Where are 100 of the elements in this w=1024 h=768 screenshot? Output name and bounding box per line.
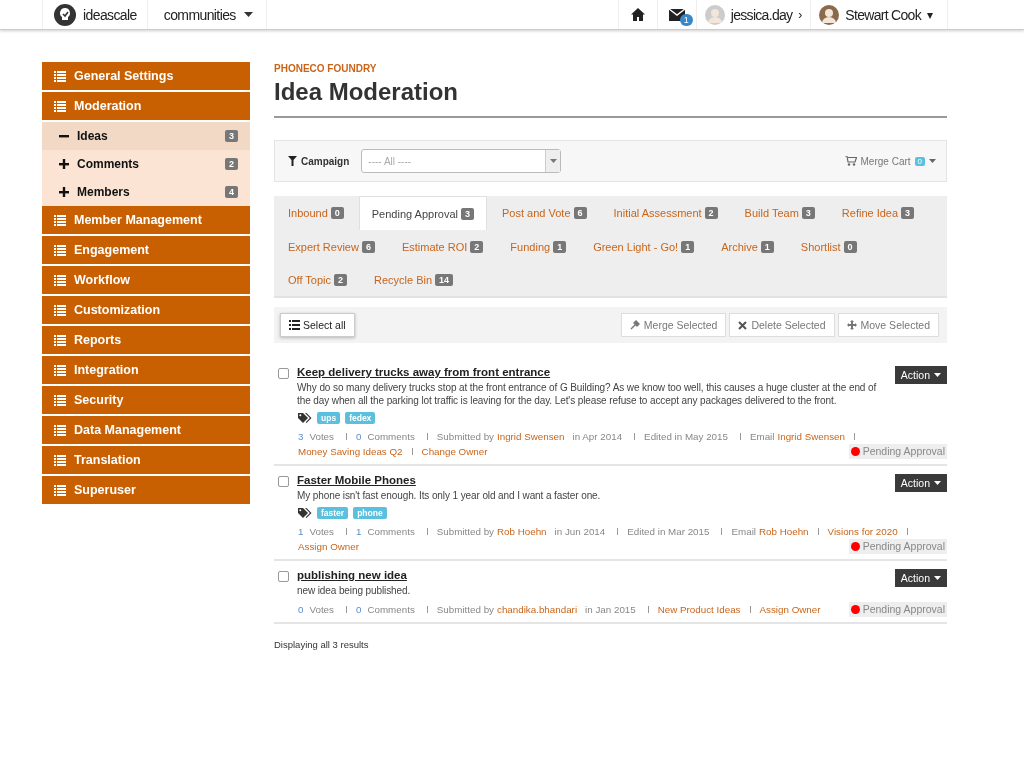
sidebar-item[interactable]: Security [42, 386, 250, 416]
meta-link[interactable]: New Product Ideas [657, 604, 741, 615]
count-value: 1 [298, 526, 304, 537]
user-link[interactable]: Ingrid Swensen [777, 431, 845, 442]
mail-button[interactable]: 1 [656, 0, 696, 29]
stage-tab[interactable]: Refine Idea 3 [829, 196, 927, 229]
sidebar-item[interactable]: Workflow [42, 266, 250, 296]
count-badge: 2 [225, 158, 238, 170]
results-count: Displaying all 3 results [274, 639, 370, 650]
stage-tab[interactable]: Post and Vote 6 [490, 196, 599, 229]
select-checkbox[interactable] [278, 571, 289, 582]
date-text: in Jun 2014 [554, 526, 606, 537]
stage-tab[interactable]: Pending Approval 3 [358, 196, 488, 230]
stage-tab[interactable]: Off Topic 2 [276, 263, 360, 296]
status-label: Pending Approval [848, 539, 947, 554]
list-icon [54, 244, 66, 256]
stage-tab[interactable]: Recycle Bin 14 [362, 263, 466, 296]
sidebar-subitem[interactable]: Ideas 3 [42, 122, 250, 150]
action-menu-button[interactable]: Action [894, 569, 947, 587]
idea-description: new idea being published. [297, 584, 412, 597]
sidebar-item[interactable]: Customization [42, 296, 250, 326]
stage-tab[interactable]: Expert Review 6 [276, 230, 387, 263]
date-text: in Jan 2015 [585, 604, 636, 615]
count-value: 0 [298, 604, 304, 615]
idea-title-link[interactable]: Faster Mobile Phones [297, 474, 416, 486]
delete-selected-button[interactable]: Delete Selected [729, 313, 835, 337]
meta-link[interactable]: Visions for 2020 [827, 526, 898, 537]
user-name: jessica.day [730, 6, 793, 23]
campaign-select[interactable]: ---- All ---- [361, 149, 562, 173]
list-icon [54, 274, 66, 286]
idea-description: Why do so many delivery trucks stop at the front entrance of G Building? As we know too well, this causes a huge cluster at the end of the day when all the parking lot traffic is leaving for the day. Let's please refuse to accept any packages delivered to the front. [297, 381, 878, 407]
count-value: 1 [355, 526, 362, 537]
user-link[interactable]: Ingrid Swensen [497, 431, 565, 442]
meta-link[interactable]: Money Saving Ideas Q2 [298, 446, 403, 457]
merge-cart-menu[interactable]: Merge Cart 0 [844, 155, 936, 167]
sidebar-item[interactable]: Translation [42, 446, 250, 476]
meta-label: Email [749, 431, 775, 442]
list-icon [54, 100, 66, 112]
stage-tab[interactable]: Shortlist 0 [788, 230, 869, 263]
sidebar-item[interactable]: General Settings [42, 62, 250, 92]
action-menu-button[interactable]: Action [894, 366, 947, 384]
meta-label: Comments [367, 604, 415, 615]
merge-selected-button[interactable]: Merge Selected [620, 313, 727, 337]
sidebar-item[interactable]: Moderation [42, 92, 250, 122]
move-selected-button[interactable]: Move Selected [837, 313, 939, 337]
page-title: Idea Moderation [274, 78, 947, 118]
stage-tab[interactable]: Funding 1 [498, 230, 579, 263]
idea-title-link[interactable]: publishing new idea [297, 569, 407, 581]
user-link[interactable]: chandika.bhandari [497, 604, 578, 615]
sidebar-subitem[interactable]: Members 4 [42, 178, 250, 206]
stage-tab[interactable]: Green Light - Go! 1 [581, 230, 707, 263]
meta-label: Email [731, 526, 756, 537]
meta-link[interactable]: Assign Owner [759, 604, 821, 615]
sidebar-subitem[interactable]: Comments 2 [42, 150, 250, 178]
action-menu-button[interactable]: Action [894, 474, 947, 492]
tags-icon [298, 412, 312, 424]
list-icon [54, 364, 66, 376]
communities-menu[interactable]: communities [147, 0, 267, 29]
list-icon [54, 484, 66, 496]
list-icon [54, 394, 66, 406]
select-all-button[interactable]: Select all [280, 313, 355, 337]
status-dot-icon [850, 542, 860, 551]
idea-title-link[interactable]: Keep delivery trucks away from front entrance [297, 366, 551, 378]
plus-icon [59, 187, 69, 197]
stage-tab[interactable]: Build Team 3 [732, 196, 827, 229]
user-link[interactable]: Rob Hoehn [497, 526, 547, 537]
avatar-icon [819, 4, 840, 25]
caret-icon: ▾ [927, 7, 933, 22]
move-arrows-icon [846, 320, 857, 330]
status-dot-icon [850, 605, 860, 614]
stage-tab[interactable]: Archive 1 [709, 230, 786, 263]
user-link[interactable]: Rob Hoehn [759, 526, 809, 537]
list-icon [289, 320, 300, 330]
list-icon [54, 334, 66, 346]
sidebar-item[interactable]: Engagement [42, 236, 250, 266]
stage-tab[interactable]: Estimate ROI 2 [389, 230, 496, 263]
select-checkbox[interactable] [278, 368, 289, 379]
meta-link[interactable]: Assign Owner [298, 541, 359, 552]
tags-icon [298, 507, 312, 519]
sidebar-item[interactable]: Integration [42, 356, 250, 386]
list-icon [54, 214, 66, 226]
caret-icon [934, 481, 941, 485]
stage-tab[interactable]: Initial Assessment 2 [601, 196, 730, 229]
sidebar-item[interactable]: Superuser [42, 476, 250, 506]
caret-icon: › [798, 7, 803, 22]
sidebar-item[interactable]: Reports [42, 326, 250, 356]
select-checkbox[interactable] [278, 476, 289, 487]
status-label: Pending Approval [848, 444, 947, 459]
sidebar-item[interactable]: Member Management [42, 206, 250, 236]
count-value: 0 [355, 431, 362, 442]
user-menu[interactable]: Stewart Cook ▾ [810, 0, 948, 29]
user-menu[interactable]: jessica.day › [695, 0, 811, 29]
brand-link[interactable]: ideascale [42, 0, 148, 29]
stage-tab[interactable]: Inbound 0 [276, 196, 356, 229]
status-label: Pending Approval [848, 602, 947, 617]
cart-icon [844, 156, 857, 166]
meta-link[interactable]: Change Owner [421, 446, 488, 457]
edited-date: Edited in May 2015 [644, 431, 728, 442]
list-icon [54, 454, 66, 466]
sidebar-item[interactable]: Data Management [42, 416, 250, 446]
